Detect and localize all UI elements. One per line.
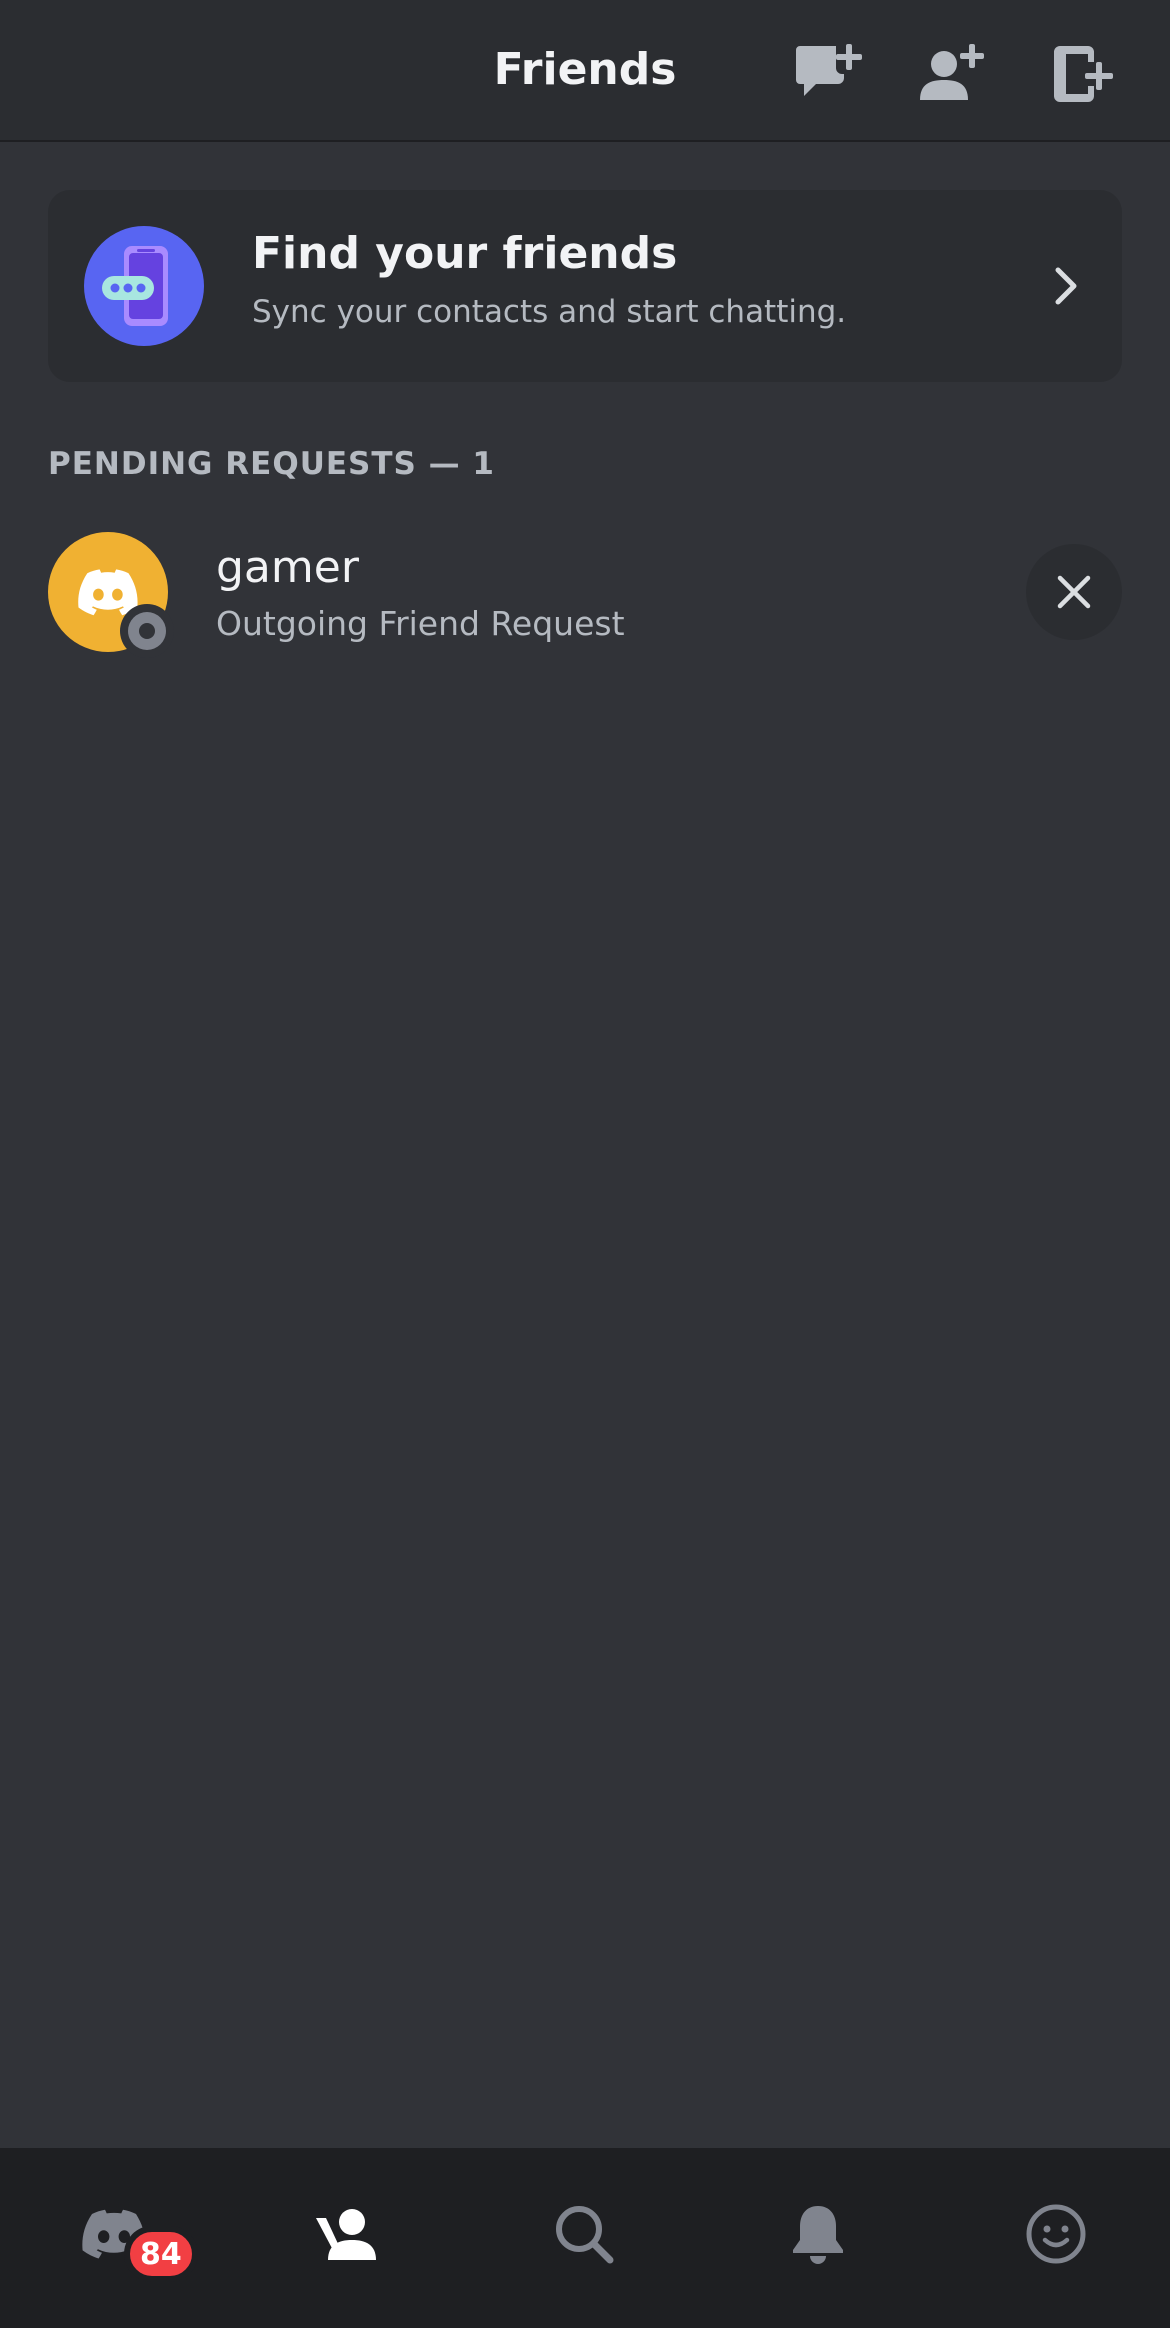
app-root: Friends Find your friends Sync your cont… — [0, 0, 1170, 2328]
find-friends-title: Find your friends — [252, 228, 678, 279]
find-friends-subtitle: Sync your contacts and start chatting. — [252, 294, 847, 330]
unread-badge: 84 — [124, 2226, 198, 2282]
nav-search[interactable] — [534, 2184, 634, 2284]
add-contact-device-icon — [1054, 46, 1113, 102]
profile-smiley-icon — [1026, 2204, 1086, 2264]
presence-indicator — [120, 604, 174, 658]
cancel-request-button[interactable] — [1026, 544, 1122, 640]
contacts-sync-illustration-icon — [84, 226, 204, 346]
offline-status-icon — [128, 612, 166, 650]
pending-requests-header: PENDING REQUESTS — 1 — [48, 446, 495, 482]
new-message-icon — [796, 44, 862, 96]
bottom-nav: 84 — [0, 2148, 1170, 2328]
new-message-button[interactable] — [786, 34, 866, 114]
page-title: Friends — [493, 44, 677, 95]
add-friend-button[interactable] — [910, 34, 990, 114]
add-contacts-button[interactable] — [1044, 34, 1124, 114]
chevron-right-icon — [1055, 267, 1077, 305]
nav-friends[interactable] — [296, 2184, 396, 2284]
find-friends-card[interactable]: Find your friends Sync your contacts and… — [48, 190, 1122, 382]
friend-request-status: Outgoing Friend Request — [216, 604, 625, 643]
friends-icon — [316, 2209, 376, 2260]
search-icon — [556, 2206, 614, 2264]
bell-icon — [793, 2206, 843, 2264]
close-icon — [1057, 575, 1091, 609]
nav-profile[interactable] — [1006, 2184, 1106, 2284]
nav-notifications[interactable] — [768, 2184, 868, 2284]
pending-request-row[interactable]: gamer Outgoing Friend Request — [0, 520, 1170, 664]
friend-username: gamer — [216, 542, 359, 593]
add-friend-icon — [920, 44, 984, 100]
top-header: Friends — [0, 0, 1170, 142]
